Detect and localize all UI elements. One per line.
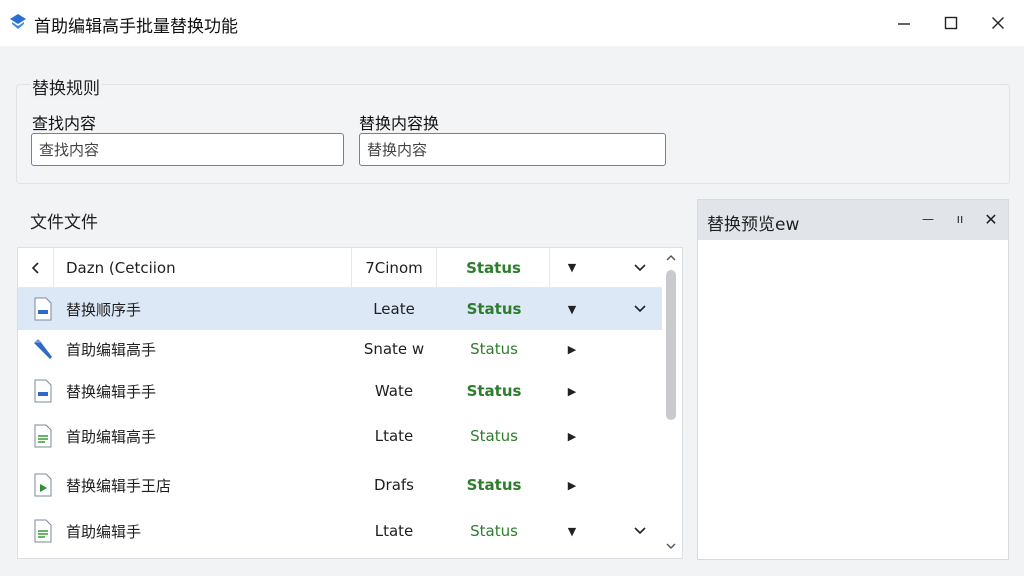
- sort-arrow-icon[interactable]: ▼: [563, 248, 581, 287]
- preview-restore-button[interactable]: ıı: [949, 208, 971, 230]
- document-play-icon: [32, 473, 54, 497]
- table-row[interactable]: 首助编辑手 Ltate Status ▼: [18, 510, 662, 552]
- column-header-status[interactable]: Status: [438, 248, 550, 287]
- file-size: Leate: [373, 300, 415, 318]
- find-label: 查找内容: [32, 114, 97, 133]
- table-row[interactable]: 替换顺序手 Leate Status ▼: [18, 288, 662, 330]
- close-button[interactable]: [983, 8, 1013, 38]
- table-row[interactable]: 首助编辑高手 Ltate Status ▶: [18, 415, 662, 457]
- file-name: 首助编辑高手: [66, 427, 157, 446]
- file-list-scrollbar[interactable]: [661, 250, 681, 556]
- spreadsheet-icon: [32, 519, 54, 543]
- preview-title: 替换预览ew: [707, 215, 800, 235]
- status-badge: Status: [470, 340, 518, 358]
- minimize-icon: [898, 23, 910, 25]
- table-row[interactable]: 首助编辑高手 Snate w Status ▶: [18, 328, 662, 370]
- status-badge: Status: [470, 427, 518, 445]
- status-badge: Status: [466, 300, 522, 318]
- scroll-down-icon[interactable]: [666, 542, 676, 550]
- expand-arrow-icon[interactable]: ▶: [563, 415, 581, 457]
- maximize-button[interactable]: [936, 8, 966, 38]
- expand-arrow-icon[interactable]: ▶: [563, 464, 581, 506]
- column-header-name[interactable]: Dazn (Cetciion: [66, 248, 351, 287]
- document-icon: [32, 379, 54, 403]
- file-name: 替换顺序手: [66, 300, 142, 319]
- files-section-title: 文件文件: [30, 213, 98, 233]
- dropdown-arrow-icon[interactable]: ▼: [563, 288, 581, 330]
- status-badge: Status: [466, 476, 522, 494]
- pen-icon: [32, 337, 54, 361]
- preview-minimize-button[interactable]: —: [917, 208, 939, 230]
- scroll-up-icon[interactable]: [666, 254, 676, 262]
- window-title: 首助编辑高手批量替换功能: [34, 17, 238, 37]
- preview-panel: 替换预览ew — ıı ✕: [697, 199, 1009, 560]
- find-input[interactable]: [31, 133, 344, 166]
- title-bar: 首助编辑高手批量替换功能: [0, 0, 1024, 46]
- file-name: 首助编辑高手: [66, 340, 157, 359]
- back-button[interactable]: [18, 248, 54, 287]
- file-size: Ltate: [374, 427, 414, 445]
- scrollbar-thumb[interactable]: [666, 270, 676, 420]
- status-badge: Status: [466, 382, 522, 400]
- file-name: 替换编辑手王店: [66, 476, 172, 495]
- status-badge: Status: [470, 522, 518, 540]
- expand-arrow-icon[interactable]: ▶: [563, 328, 581, 370]
- dropdown-arrow-icon[interactable]: ▼: [563, 510, 581, 552]
- chevron-down-icon[interactable]: [630, 510, 650, 552]
- replace-label: 替换内容换: [359, 114, 440, 133]
- minimize-button[interactable]: [889, 8, 919, 38]
- chevron-down-icon[interactable]: [630, 248, 650, 287]
- preview-close-button[interactable]: ✕: [980, 208, 1002, 230]
- close-icon: [992, 17, 1004, 29]
- spreadsheet-icon: [32, 424, 54, 448]
- file-name: 首助编辑手: [66, 522, 142, 541]
- expand-arrow-icon[interactable]: ▶: [563, 370, 581, 412]
- file-size: Ltate: [374, 522, 414, 540]
- replace-rules-legend: 替换规则: [30, 74, 102, 99]
- file-name: 替换编辑手手: [66, 382, 157, 401]
- file-size: Drafs: [373, 476, 414, 494]
- file-table: Dazn (Cetciion 7Cinom Status ▼ 替换顺序手 Leat…: [17, 247, 683, 559]
- table-header: Dazn (Cetciion 7Cinom Status ▼: [18, 248, 662, 288]
- chevron-left-icon: [31, 261, 39, 274]
- column-header-size[interactable]: 7Cinom: [351, 248, 437, 287]
- table-row[interactable]: 替换编辑手手 Wate Status ▶: [18, 370, 662, 412]
- document-icon: [32, 297, 54, 321]
- app-logo-icon: [10, 14, 26, 29]
- table-row[interactable]: 替换编辑手王店 Drafs Status ▶: [18, 464, 662, 506]
- file-size: Snate w: [363, 340, 425, 358]
- file-size: Wate: [374, 382, 414, 400]
- preview-header: 替换预览ew — ıı ✕: [698, 200, 1008, 240]
- maximize-icon: [944, 16, 958, 30]
- chevron-down-icon[interactable]: [630, 288, 650, 330]
- replace-input[interactable]: [359, 133, 666, 166]
